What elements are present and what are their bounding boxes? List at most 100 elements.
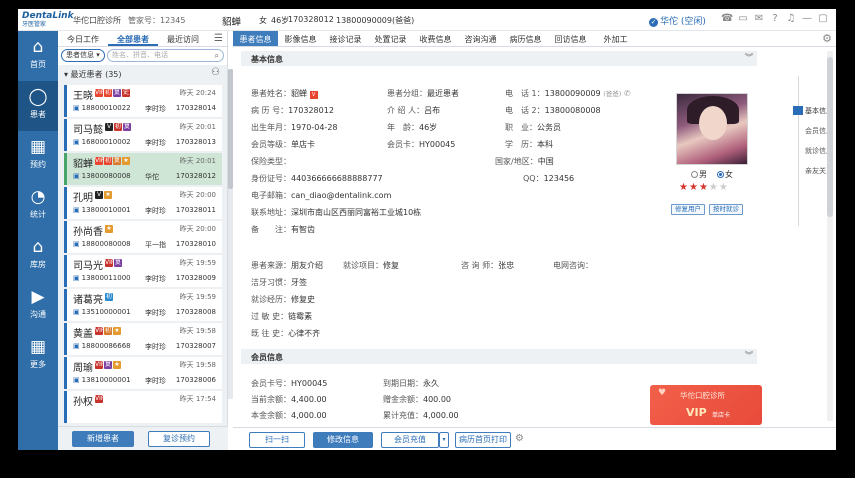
detail-scrollbar[interactable]	[827, 51, 833, 421]
monitor-icon[interactable]: ▭	[737, 12, 749, 26]
user-status[interactable]: ✓ 华佗 (空闲)	[649, 14, 706, 27]
patient-tags: V ★	[95, 191, 112, 199]
gear-icon[interactable]: ⚙	[822, 32, 832, 45]
tab-recent-visits[interactable]: 最近访问	[158, 31, 208, 46]
close-icon[interactable]: ✕	[833, 12, 836, 26]
patient-tags: VIP	[95, 395, 105, 403]
patient-phone: ▣ 18800086668	[73, 342, 131, 350]
help-icon[interactable]: ?	[769, 12, 781, 26]
patient-visit-time: 昨天 19:58	[179, 361, 216, 369]
tab-2[interactable]: 接诊记录	[323, 31, 368, 46]
recent-patients-group[interactable]: ▾ 最近患者 (35) ⚇	[58, 65, 227, 83]
patient-row[interactable]: 貂蝉 VIP 初复 ★ 昨天 20:01 ▣ 13800080008 华佗 17032…	[64, 153, 222, 185]
search-type-select[interactable]: 患者信息 ▾	[61, 49, 105, 62]
field-education: 学 历：本科	[505, 139, 553, 150]
tab-4[interactable]: 收费信息	[413, 31, 458, 46]
star-icon[interactable]: ★	[709, 182, 719, 193]
patient-search-input[interactable]: 姓名、拼音、电话 ⌕	[107, 49, 224, 62]
nav-home[interactable]: ⌂ 首页	[18, 31, 58, 81]
scan-button[interactable]: 扫一扫	[249, 432, 305, 448]
search-icon[interactable]: ⌕	[215, 50, 219, 61]
tab-6[interactable]: 病历信息	[503, 31, 548, 46]
minimize-icon[interactable]: —	[801, 12, 813, 26]
phone-icon[interactable]: ✆	[624, 89, 631, 98]
gender-female-radio[interactable]: 女	[717, 169, 733, 180]
edit-user-button[interactable]: 修复用户	[671, 204, 705, 215]
nav-more[interactable]: ▦ 更多	[18, 331, 58, 381]
nav-appointments[interactable]: ▦ 预约	[18, 131, 58, 181]
vip-card[interactable]: ♥ 华佗口腔诊所 VIP 单店卡	[650, 385, 762, 425]
collapse-icon[interactable]: ︾	[745, 350, 753, 361]
star-icon[interactable]: ★	[719, 182, 729, 193]
collapse-icon[interactable]: ︾	[745, 52, 753, 63]
phone-icon: ▣	[73, 376, 80, 384]
patient-row[interactable]: 孔明 V ★ 昨天 20:00 ▣ 13800010001 李时珍 17032801…	[64, 187, 222, 219]
title-bar: DentaLink 牙医管家 华佗口腔诊所 管家号：12345 貂蝉 女 46岁…	[18, 9, 836, 31]
tab-7[interactable]: 回访信息	[548, 31, 593, 46]
bell-icon[interactable]: ♫	[785, 12, 797, 26]
add-patient-button[interactable]: 新增患者	[72, 431, 134, 447]
field-expire: 到期日期：永久	[383, 378, 439, 389]
tab-8[interactable]: 外加工	[593, 31, 638, 46]
field-group: 患者分组：最近患者	[387, 88, 459, 99]
gender-male-radio[interactable]: 男	[691, 169, 707, 180]
print-record-button[interactable]: 病历首页打印	[455, 432, 511, 448]
field-case-no: 病 历 号：170328012	[251, 105, 334, 116]
patient-list: 王晓 VIP 初复史 昨天 20:24 ▣ 18800010022 李时珍 1703…	[58, 85, 228, 427]
star-icon[interactable]: ★	[689, 182, 699, 193]
patient-row[interactable]: 王晓 VIP 初复史 昨天 20:24 ▣ 18800010022 李时珍 1703…	[64, 85, 222, 117]
timed-visit-button[interactable]: 按时就诊	[709, 204, 743, 215]
member-info-header[interactable]: 会员信息 ︾	[241, 349, 757, 364]
group-users-icon[interactable]: ⚇	[211, 67, 220, 78]
nav-warehouse[interactable]: ⌂ 库房	[18, 231, 58, 281]
patient-doctor: 李时珍	[145, 309, 166, 317]
field-gift: 赠金余额：400.00	[383, 394, 451, 405]
patient-row[interactable]: 孙尚香 ★ 昨天 20:00 ▣ 18800080008 平一指 17032801…	[64, 221, 222, 253]
edit-info-button[interactable]: 修改信息	[313, 432, 373, 448]
star-icon[interactable]: ★	[699, 182, 709, 193]
tab-3[interactable]: 处置记录	[368, 31, 413, 46]
nav-statistics[interactable]: ◔ 统计	[18, 181, 58, 231]
tab-all-patients[interactable]: 全部患者	[108, 31, 158, 46]
phone-icon[interactable]: ☎	[721, 12, 733, 26]
tab-today-work[interactable]: 今日工作	[58, 31, 108, 46]
current-patient-gender: 女	[259, 16, 267, 25]
patient-row[interactable]: 黄盖 VIP 初 ★ 昨天 19:58 ▣ 18800086668 李时珍 17032…	[64, 323, 222, 355]
patient-name: 孙尚香	[73, 227, 103, 238]
revisit-appointment-button[interactable]: 复诊预约	[148, 431, 210, 447]
calendar-icon: ▦	[29, 137, 47, 157]
nav-communication[interactable]: ▶ 沟通	[18, 281, 58, 331]
patient-row[interactable]: 孙权 VIP 昨天 17:54	[64, 391, 222, 423]
field-habit: 洁牙习惯：牙签	[251, 277, 307, 288]
maximize-icon[interactable]: ▢	[817, 12, 829, 26]
patient-phone: ▣ 18800010022	[73, 104, 131, 112]
patient-row[interactable]: 司马懿 V初复 昨天 20:01 ▣ 16800010002 李时珍 170328…	[64, 119, 222, 151]
basic-info-header[interactable]: 基本信息 ︾	[241, 51, 757, 66]
consultant-label: 咨 询 师：	[461, 261, 499, 270]
referrer-value: 吕布	[424, 106, 441, 115]
tab-5[interactable]: 咨询沟通	[458, 31, 503, 46]
patient-row[interactable]: 诸葛亮 初 昨天 19:59 ▣ 13510000001 李时珍 17032800…	[64, 289, 222, 321]
tab-0[interactable]: 患者信息	[233, 31, 278, 46]
patient-visit-time: 昨天 19:59	[179, 293, 216, 301]
detail-scroll-thumb[interactable]	[827, 57, 833, 217]
patient-rating[interactable]: ★★★★★	[679, 182, 729, 193]
tab-1[interactable]: 影像信息	[278, 31, 323, 46]
patient-name: 黄盖	[73, 329, 93, 340]
patient-row[interactable]: 司马光 VIP 复 昨天 19:59 ▣ 13800011000 李时珍 17032…	[64, 255, 222, 287]
patient-avatar[interactable]	[676, 93, 748, 165]
gear-icon[interactable]: ⚙	[515, 433, 524, 444]
star-icon[interactable]: ★	[679, 182, 689, 193]
age-label: 年 龄：	[387, 123, 419, 132]
patient-name: 司马懿	[73, 125, 103, 136]
field-principal: 本金余额：4,000.00	[251, 410, 327, 421]
recharge-dropdown-icon[interactable]: ▾	[439, 432, 449, 448]
list-menu-icon[interactable]: ☰	[214, 33, 223, 44]
card-no-label: 会员卡号：	[251, 379, 291, 388]
source-value: 朋友介绍	[291, 261, 323, 270]
patient-row[interactable]: 周瑜 VIP 复 ★ 昨天 19:58 ▣ 13810000001 李时珍 17032…	[64, 357, 222, 389]
recharge-button[interactable]: 会员充值	[381, 432, 439, 448]
patient-doctor: 李时珍	[145, 139, 166, 147]
nav-patients[interactable]: ◯ 患者	[18, 81, 58, 131]
mail-icon[interactable]: ✉	[753, 12, 765, 26]
